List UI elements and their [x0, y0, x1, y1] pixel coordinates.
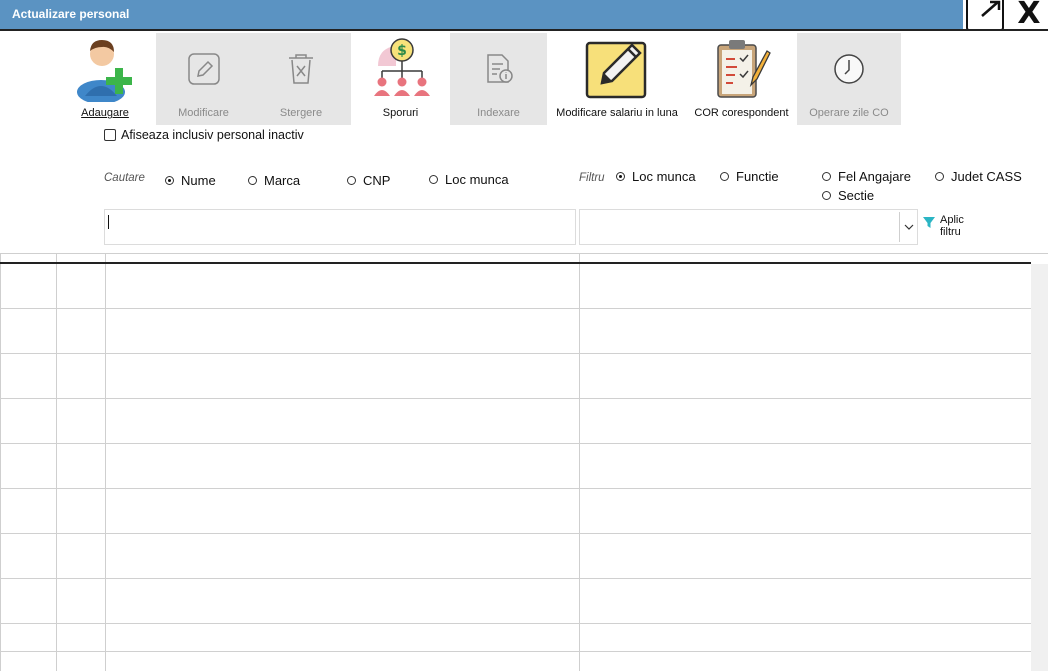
indexing-label: Indexare	[477, 107, 520, 119]
grid-column-border	[56, 253, 57, 671]
indexing-button[interactable]: Indexare	[450, 33, 547, 125]
table-row[interactable]	[0, 623, 1031, 624]
table-row[interactable]	[0, 651, 1031, 652]
filter-label: Filtru	[579, 172, 605, 184]
search-option-workplace[interactable]: Loc munca	[429, 172, 509, 187]
expand-icon	[981, 0, 1001, 17]
grid-column-border	[0, 253, 1, 671]
search-option-marca-label: Marca	[264, 173, 301, 188]
text-caret	[108, 215, 109, 229]
apply-filter-line2: filtru	[940, 226, 961, 238]
salary-change-button[interactable]: Modificare salariu in luna	[548, 33, 686, 125]
radio-indicator	[347, 176, 356, 185]
radio-indicator	[165, 176, 174, 185]
close-button[interactable]: X	[1010, 0, 1048, 30]
edit-icon	[187, 53, 220, 85]
filter-option-workplace-label: Loc munca	[632, 169, 696, 184]
filter-option-section[interactable]: Sectie	[822, 188, 874, 203]
bonuses-button[interactable]: $ Sporuri	[352, 33, 449, 125]
radio-indicator	[822, 191, 831, 200]
apply-filter-label: Aplic filtru	[940, 214, 964, 238]
table-row[interactable]	[0, 578, 1031, 579]
bonus-hierarchy-icon: $	[373, 38, 430, 96]
cor-button[interactable]: COR corespondent	[688, 33, 795, 125]
title-separator	[0, 29, 1048, 31]
edit-button[interactable]: Modificare	[156, 33, 251, 125]
search-option-cnp-label: CNP	[363, 173, 391, 188]
search-option-name[interactable]: Nume	[165, 173, 216, 188]
apply-filter-line1: Aplic	[940, 214, 964, 226]
table-row[interactable]	[0, 353, 1031, 354]
filter-option-workplace[interactable]: Loc munca	[616, 169, 696, 184]
apply-filter-button[interactable]: Aplic filtru	[922, 214, 964, 238]
grid-scrollbar[interactable]	[1031, 264, 1048, 671]
search-option-workplace-label: Loc munca	[445, 172, 509, 187]
salary-change-label: Modificare salariu in luna	[556, 107, 678, 119]
delete-button[interactable]: Stergere	[251, 33, 351, 125]
show-inactive-label: Afiseaza inclusiv personal inactiv	[121, 128, 304, 142]
table-row[interactable]	[0, 443, 1031, 444]
filter-select[interactable]	[579, 209, 918, 245]
radio-indicator	[720, 172, 729, 181]
filter-option-county-cass[interactable]: Judet CASS	[935, 169, 1022, 184]
filter-option-employment-type[interactable]: Fel Angajare	[822, 169, 911, 184]
filter-option-function[interactable]: Functie	[720, 169, 779, 184]
radio-indicator	[935, 172, 944, 181]
filter-option-county-cass-label: Judet CASS	[951, 169, 1022, 184]
radio-indicator	[248, 176, 257, 185]
cor-label: COR corespondent	[694, 107, 789, 119]
pencil-note-icon	[585, 41, 647, 99]
radio-indicator	[429, 175, 438, 184]
employee-grid[interactable]	[0, 253, 1048, 671]
title-bar: Actualizare personal	[0, 0, 963, 29]
expand-button[interactable]	[966, 0, 1004, 31]
search-label: Cautare	[104, 172, 145, 184]
show-inactive-checkbox[interactable]: Afiseaza inclusiv personal inactiv	[104, 128, 304, 142]
delete-label: Stergere	[279, 107, 323, 119]
filter-option-function-label: Functie	[736, 169, 779, 184]
search-input[interactable]	[104, 209, 576, 245]
index-document-icon	[486, 54, 513, 83]
search-option-name-label: Nume	[181, 173, 216, 188]
checkbox-box[interactable]	[104, 129, 116, 141]
vacation-days-button[interactable]: Operare zile CO	[797, 33, 901, 125]
radio-indicator	[616, 172, 625, 181]
table-row[interactable]	[0, 398, 1031, 399]
vacation-days-label: Operare zile CO	[809, 107, 889, 119]
radio-indicator	[822, 172, 831, 181]
add-button[interactable]: Adaugare	[56, 33, 154, 125]
grid-top-border	[0, 253, 1048, 254]
filter-option-section-label: Sectie	[838, 188, 875, 203]
filter-icon	[923, 217, 935, 228]
delete-icon	[289, 54, 313, 84]
grid-column-border	[105, 253, 106, 671]
table-row[interactable]	[0, 533, 1031, 534]
filter-option-employment-type-label: Fel Angajare	[838, 169, 911, 184]
add-person-icon	[77, 40, 132, 102]
bonuses-label: Sporuri	[382, 107, 419, 119]
table-row[interactable]	[0, 488, 1031, 489]
grid-column-border	[579, 253, 580, 671]
clipboard-icon	[716, 40, 771, 98]
grid-header	[0, 262, 1031, 264]
search-option-cnp[interactable]: CNP	[347, 173, 390, 188]
edit-label: Modificare	[178, 107, 229, 119]
chevron-down-icon[interactable]	[899, 212, 917, 242]
clock-icon	[834, 54, 864, 84]
window-title: Actualizare personal	[12, 7, 130, 21]
add-label: Adaugare	[81, 107, 129, 119]
table-row[interactable]	[0, 308, 1031, 309]
search-option-marca[interactable]: Marca	[248, 173, 300, 188]
svg-text:$: $	[397, 43, 407, 59]
